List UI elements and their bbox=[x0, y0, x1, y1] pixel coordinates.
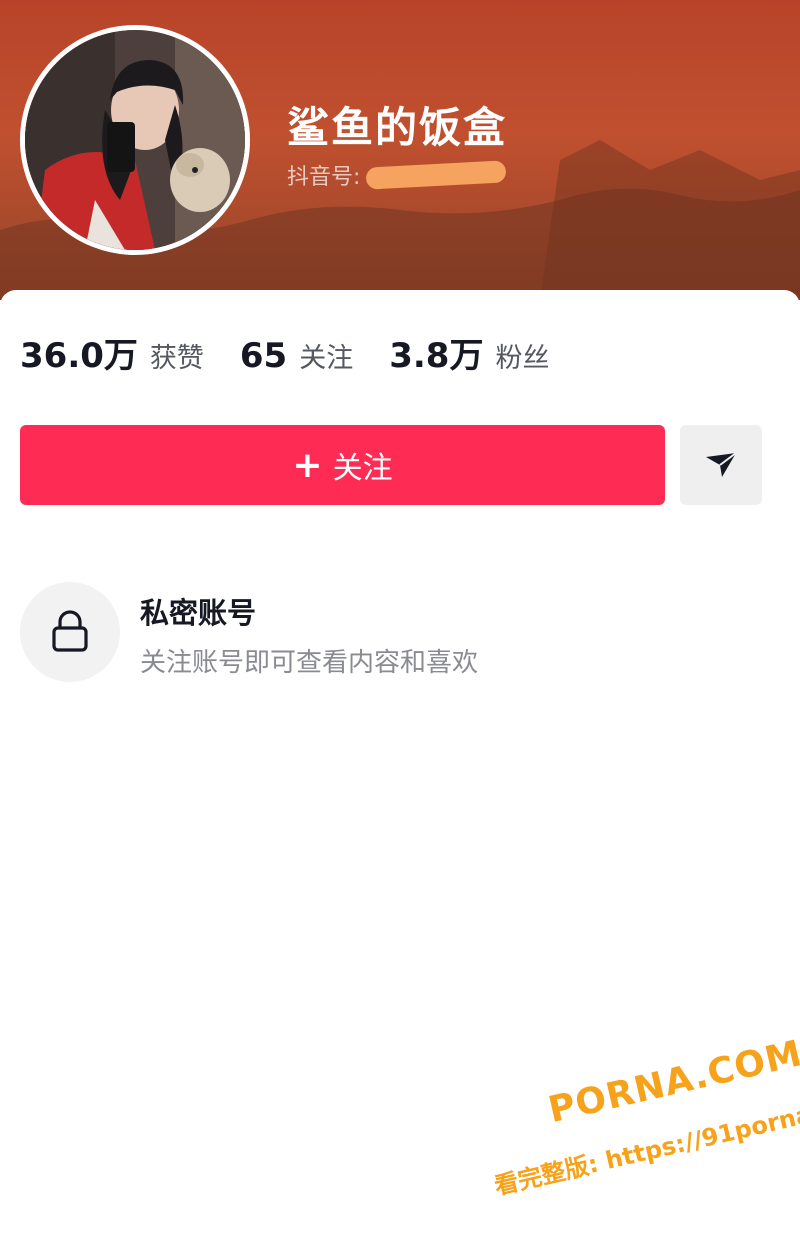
profile-stats: 36.0万 获赞 65 关注 3.8万 粉丝 bbox=[20, 328, 585, 376]
redacted-account-id bbox=[365, 160, 507, 190]
account-id-label: 抖音号: bbox=[287, 165, 361, 190]
private-account-description: 关注账号即可查看内容和喜欢 bbox=[140, 648, 479, 678]
profile-nickname: 鲨鱼的饭盒 bbox=[287, 103, 508, 152]
private-account-badge bbox=[20, 582, 120, 682]
stat-followers-label: 粉丝 bbox=[495, 343, 550, 374]
private-account-title: 私密账号 bbox=[140, 596, 257, 630]
share-button[interactable] bbox=[680, 425, 762, 505]
stat-following-label: 关注 bbox=[299, 343, 354, 374]
follow-button-label: 关注 bbox=[332, 451, 393, 486]
avatar[interactable] bbox=[20, 25, 250, 255]
follow-button[interactable]: + 关注 bbox=[20, 425, 665, 505]
stat-followers[interactable]: 3.8万 粉丝 bbox=[389, 328, 549, 377]
plus-icon: + bbox=[292, 444, 323, 486]
stat-following-value: 65 bbox=[239, 336, 288, 376]
send-arrow-icon bbox=[706, 452, 737, 477]
lock-icon bbox=[52, 610, 88, 652]
stat-likes-value: 36.0万 bbox=[20, 336, 138, 376]
stat-following[interactable]: 65 关注 bbox=[240, 336, 353, 376]
stat-followers-value: 3.8万 bbox=[389, 336, 484, 376]
avatar-photo bbox=[25, 30, 245, 250]
stat-likes[interactable]: 36.0万 获赞 bbox=[20, 328, 204, 377]
account-id-row: 抖音号: bbox=[287, 158, 507, 192]
profile-header: 鲨鱼的饭盒 抖音号: bbox=[0, 0, 800, 300]
stat-likes-label: 获赞 bbox=[149, 343, 204, 374]
